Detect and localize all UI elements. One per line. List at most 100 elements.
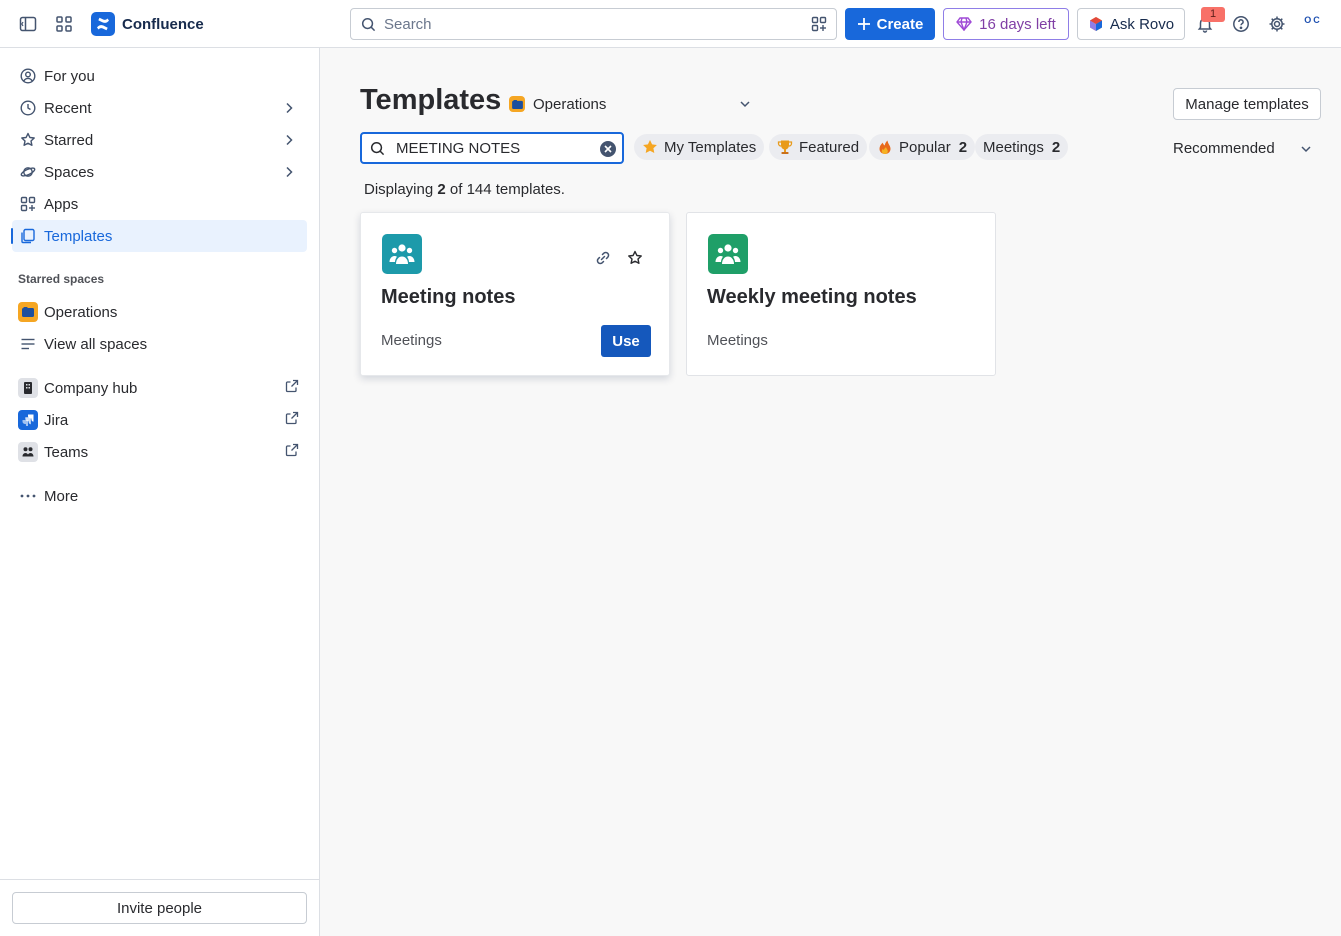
results-prefix: Displaying xyxy=(364,181,434,198)
search-icon xyxy=(361,17,376,32)
global-search-box[interactable] xyxy=(350,8,837,40)
sidebar-item-label: Recent xyxy=(44,99,92,117)
sidebar-view-all-spaces[interactable]: View all spaces xyxy=(12,328,307,360)
template-search-input[interactable] xyxy=(396,139,596,157)
create-button-label: Create xyxy=(876,15,924,33)
sidebar-app-jira[interactable]: Jira xyxy=(12,404,307,436)
template-card-weekly-meeting-notes[interactable]: Weekly meeting notes Meetings xyxy=(686,212,996,376)
jira-icon xyxy=(18,410,38,430)
template-card-meeting-notes[interactable]: Meeting notes Meetings Use xyxy=(360,212,670,376)
search-icon xyxy=(370,141,385,156)
space-selector-value: Operations xyxy=(533,95,607,113)
clear-search-icon[interactable] xyxy=(599,140,617,158)
filter-chip-label: Featured xyxy=(799,138,860,156)
sidebar-item-label: For you xyxy=(44,67,95,85)
settings-gear-icon[interactable] xyxy=(1265,12,1289,36)
sidebar-space-operations[interactable]: Operations xyxy=(12,296,307,328)
template-search-box[interactable] xyxy=(360,132,624,164)
trial-days-button[interactable]: 16 days left xyxy=(943,8,1069,40)
main-content: Templates Operations Manage templates My… xyxy=(320,48,1341,936)
rovo-icon xyxy=(1088,16,1104,32)
fire-icon xyxy=(877,139,893,155)
sidebar-item-label: Operations xyxy=(44,303,118,321)
sidebar-item-spaces[interactable]: Spaces xyxy=(12,156,307,188)
star-icon[interactable] xyxy=(625,248,645,268)
global-search-input[interactable] xyxy=(384,15,784,33)
filter-chip-meetings[interactable]: Meetings 2 xyxy=(975,134,1069,160)
sidebar-item-for-you[interactable]: For you xyxy=(12,60,307,92)
trophy-icon xyxy=(777,139,793,155)
left-sidebar: For you Recent Starred Spaces Apps Templ… xyxy=(0,48,320,936)
sidebar-item-label: View all spaces xyxy=(44,335,148,353)
meeting-people-icon xyxy=(708,234,748,274)
meeting-people-icon xyxy=(382,234,422,274)
sidebar-item-label: Jira xyxy=(44,411,69,429)
results-shown-count: 2 xyxy=(437,181,446,198)
results-count-text: Displaying 2 of 144 templates. xyxy=(364,181,565,198)
sidebar-item-recent[interactable]: Recent xyxy=(12,92,307,124)
apps-grid-icon xyxy=(20,196,36,212)
template-card-category: Meetings xyxy=(381,332,442,349)
templates-icon xyxy=(20,228,36,244)
clock-icon xyxy=(20,100,36,116)
user-circle-icon xyxy=(20,68,36,84)
list-icon xyxy=(20,336,36,352)
sidebar-item-label: Spaces xyxy=(44,163,95,181)
filter-chip-label: Meetings xyxy=(983,138,1044,156)
space-selector-dropdown[interactable]: Operations xyxy=(509,92,752,116)
sidebar-footer: Invite people xyxy=(0,879,319,936)
manage-templates-button[interactable]: Manage templates xyxy=(1173,88,1321,120)
template-card-title: Weekly meeting notes xyxy=(707,286,917,308)
chevron-down-icon xyxy=(738,97,752,111)
chevron-right-icon[interactable] xyxy=(281,164,297,180)
filter-chip-count: 2 xyxy=(958,138,968,156)
app-switcher-icon[interactable] xyxy=(52,12,76,36)
active-indicator xyxy=(11,228,13,244)
app-name: Confluence xyxy=(122,15,204,33)
create-button[interactable]: Create xyxy=(845,8,935,40)
sidebar-item-apps[interactable]: Apps xyxy=(12,188,307,220)
filter-chip-label: My Templates xyxy=(664,138,757,156)
page-title: Templates xyxy=(360,84,502,116)
sidebar-item-label: Starred xyxy=(44,131,94,149)
starred-spaces-heading: Starred spaces xyxy=(18,272,105,286)
sidebar-more[interactable]: More xyxy=(12,480,307,512)
sidebar-item-templates[interactable]: Templates xyxy=(11,220,307,252)
filter-chip-popular[interactable]: Popular 2 xyxy=(869,134,976,160)
plus-icon xyxy=(857,17,871,31)
sort-dropdown[interactable]: Recommended xyxy=(1173,138,1313,158)
sidebar-app-company-hub[interactable]: Company hub xyxy=(12,372,307,404)
filter-chip-my-templates[interactable]: My Templates xyxy=(634,134,765,160)
notification-count-badge: 1 xyxy=(1201,7,1225,22)
sidebar-item-label: Apps xyxy=(44,195,79,213)
more-dots-icon xyxy=(20,488,36,504)
invite-people-button[interactable]: Invite people xyxy=(12,892,307,924)
user-avatar[interactable]: OC xyxy=(1301,14,1325,34)
copy-link-icon[interactable] xyxy=(593,248,613,268)
sidebar-toggle-icon[interactable] xyxy=(16,12,40,36)
sidebar-app-teams[interactable]: Teams xyxy=(12,436,307,468)
sidebar-item-label: More xyxy=(44,487,79,505)
operations-space-icon xyxy=(509,96,525,112)
external-link-icon xyxy=(285,443,299,457)
filter-chip-label: Popular xyxy=(899,138,951,156)
confluence-logo-icon xyxy=(91,12,115,36)
template-card-title: Meeting notes xyxy=(381,286,516,308)
external-link-icon xyxy=(285,411,299,425)
search-filter-icon[interactable] xyxy=(811,16,827,32)
external-link-icon xyxy=(285,379,299,393)
chevron-right-icon[interactable] xyxy=(281,132,297,148)
company-hub-icon xyxy=(18,378,38,398)
help-icon[interactable] xyxy=(1229,12,1253,36)
use-template-button[interactable]: Use xyxy=(601,325,651,357)
sidebar-item-label: Teams xyxy=(44,443,89,461)
filter-chip-featured[interactable]: Featured xyxy=(769,134,868,160)
ask-rovo-button[interactable]: Ask Rovo xyxy=(1077,8,1185,40)
sidebar-item-label: Templates xyxy=(44,227,113,245)
sidebar-item-starred[interactable]: Starred xyxy=(12,124,307,156)
trial-days-label: 16 days left xyxy=(979,15,1056,33)
chevron-right-icon[interactable] xyxy=(281,100,297,116)
teams-icon xyxy=(18,442,38,462)
results-suffix: of 144 templates. xyxy=(449,181,565,198)
confluence-logo[interactable]: Confluence xyxy=(91,12,204,36)
